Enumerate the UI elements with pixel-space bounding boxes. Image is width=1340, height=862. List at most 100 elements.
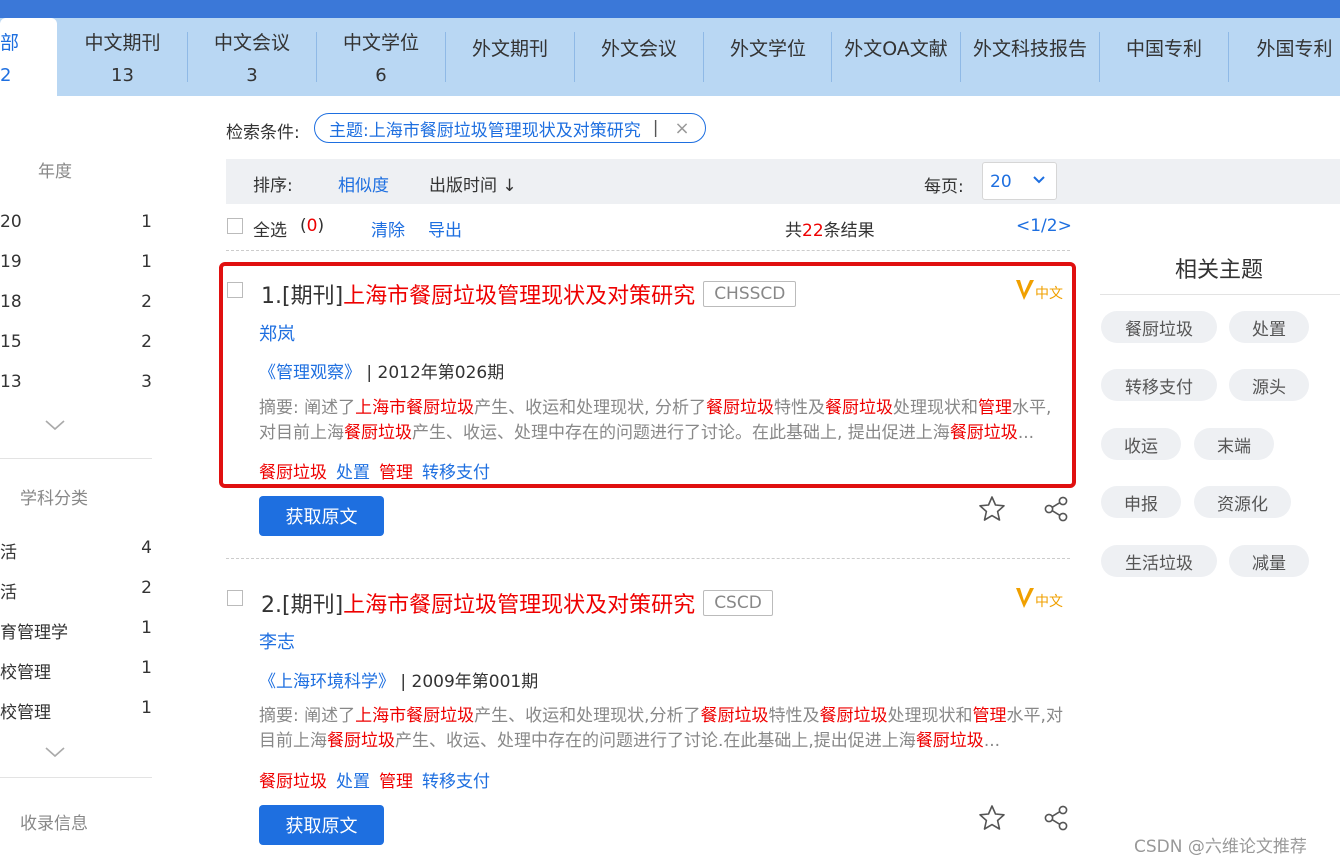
- per-page-label: 每页:: [924, 177, 964, 197]
- tab-chinese-degrees[interactable]: 中文学位 6: [317, 18, 445, 96]
- abstract-highlight: 餐厨垃圾: [700, 706, 769, 726]
- top-banner-strip: [0, 0, 1340, 18]
- result-title-link[interactable]: 上海市餐厨垃圾管理现状及对策研究: [343, 278, 695, 310]
- vip-chinese-badge-icon: 中文: [1016, 280, 1063, 302]
- divider: [226, 558, 1070, 559]
- tab-foreign-tech-reports[interactable]: 外文科技报告: [961, 18, 1099, 96]
- year-heading: 年度: [38, 162, 72, 182]
- sort-bar: 排序: 相似度 出版时间 ↓ 每页: 20: [226, 159, 1340, 204]
- keyword-link[interactable]: 处置: [336, 463, 370, 483]
- tab-chinese-journals[interactable]: 中文期刊 13: [58, 18, 187, 96]
- subject-heading: 学科分类: [20, 489, 88, 509]
- chevron-down-icon[interactable]: [44, 741, 66, 763]
- year-count: 3: [141, 372, 152, 392]
- related-topic-pill[interactable]: 减量: [1229, 545, 1309, 577]
- tab-foreign-journals[interactable]: 外文期刊: [446, 18, 574, 96]
- tab-chinese-conferences[interactable]: 中文会议 3: [188, 18, 316, 96]
- keyword-link[interactable]: 餐厨垃圾: [259, 772, 327, 792]
- keyword-link[interactable]: 转移支付: [422, 463, 490, 483]
- clear-button[interactable]: 清除: [371, 216, 405, 241]
- tab-label: 中文学位: [342, 32, 419, 54]
- related-topic-pill[interactable]: 资源化: [1194, 486, 1291, 518]
- record-info-heading: 收录信息: [20, 814, 88, 834]
- abstract-text: ...: [1017, 423, 1035, 443]
- abstract-text: 产生、收运、处理中存在的问题进行了讨论.在此基础上,提出促进上海: [395, 731, 916, 751]
- paren-open: (: [300, 216, 307, 236]
- total-results: 共22条结果: [785, 216, 875, 241]
- search-condition-chip[interactable]: 主题:上海市餐厨垃圾管理现状及对策研究 | ×: [314, 113, 706, 143]
- abstract-text: 摘要: 阐述了: [259, 706, 356, 726]
- year-label: 18: [0, 292, 22, 312]
- abstract-text: 处理现状和: [887, 706, 973, 726]
- tab-label: 外文OA文献: [844, 38, 948, 60]
- sort-by-pub-time[interactable]: 出版时间 ↓: [429, 171, 517, 196]
- get-fulltext-button[interactable]: 获取原文: [259, 805, 384, 845]
- tab-count: 13: [111, 65, 134, 86]
- per-page-select[interactable]: 20: [982, 162, 1057, 200]
- result-author[interactable]: 郑岚: [259, 320, 295, 346]
- share-icon[interactable]: [1042, 495, 1070, 523]
- result-prefix: 2.[期刊]: [261, 593, 344, 618]
- result-source: 《上海环境科学》 | 2009年第001期: [259, 667, 538, 692]
- get-fulltext-button[interactable]: 获取原文: [259, 496, 384, 536]
- result-checkbox[interactable]: [227, 282, 243, 298]
- result-title-link[interactable]: 上海市餐厨垃圾管理现状及对策研究: [343, 587, 695, 619]
- export-button[interactable]: 导出: [428, 216, 462, 241]
- subject-label: 活: [0, 543, 17, 563]
- result-checkbox[interactable]: [227, 590, 243, 606]
- subject-label: 校管理: [0, 663, 51, 683]
- keyword-link[interactable]: 管理: [379, 463, 413, 483]
- tab-label: 外文科技报告: [972, 38, 1087, 60]
- keyword-link[interactable]: 转移支付: [422, 772, 490, 792]
- svg-text:中文: 中文: [1035, 594, 1063, 610]
- result-author[interactable]: 李志: [259, 628, 295, 654]
- divider: [0, 777, 152, 778]
- select-all-label[interactable]: 全选: [253, 216, 287, 241]
- related-topic-pill[interactable]: 源头: [1229, 369, 1309, 401]
- related-topic-pill[interactable]: 收运: [1101, 428, 1181, 460]
- tab-label: 外文学位: [729, 38, 806, 60]
- year-count: 1: [141, 252, 152, 272]
- share-icon[interactable]: [1042, 804, 1070, 832]
- tab-count: 6: [375, 65, 387, 86]
- year-count: 1: [141, 212, 152, 232]
- chevron-down-icon[interactable]: [44, 414, 66, 436]
- tab-foreign-degrees[interactable]: 外文学位: [704, 18, 832, 96]
- close-icon[interactable]: ×: [674, 118, 689, 139]
- tab-foreign-patents[interactable]: 外国专利: [1229, 18, 1340, 96]
- subject-count: 2: [141, 578, 152, 598]
- tab-label: 外文期刊: [471, 38, 548, 60]
- related-topic-pill[interactable]: 末端: [1194, 428, 1274, 460]
- tab-china-patents[interactable]: 中国专利: [1100, 18, 1228, 96]
- journal-link[interactable]: 《上海环境科学》: [259, 672, 395, 692]
- star-icon[interactable]: [978, 495, 1006, 523]
- tab-foreign-conferences[interactable]: 外文会议: [575, 18, 703, 96]
- selected-count-value: 0: [306, 216, 318, 236]
- issue-text: | 2009年第001期: [395, 672, 539, 692]
- pager[interactable]: <1/2>: [1016, 216, 1072, 236]
- vip-chinese-badge-icon: 中文: [1016, 588, 1063, 610]
- result-abstract: 摘要: 阐述了上海市餐厨垃圾产生、收运和处理现状, 分析了餐厨垃圾特性及餐厨垃圾…: [259, 396, 1065, 446]
- journal-link[interactable]: 《管理观察》: [259, 363, 361, 383]
- related-topic-pill[interactable]: 处置: [1229, 311, 1309, 343]
- abstract-highlight: 上海市餐厨垃圾: [355, 706, 475, 726]
- related-topic-pill[interactable]: 转移支付: [1101, 369, 1217, 401]
- chevron-down-icon: [1033, 176, 1045, 184]
- keyword-link[interactable]: 管理: [379, 772, 413, 792]
- related-topic-pill[interactable]: 生活垃圾: [1101, 545, 1217, 577]
- select-all-checkbox[interactable]: [227, 218, 243, 234]
- keyword-link[interactable]: 餐厨垃圾: [259, 463, 327, 483]
- keyword-link[interactable]: 处置: [336, 772, 370, 792]
- per-page-value: 20: [990, 172, 1012, 192]
- related-topic-pill[interactable]: 申报: [1101, 486, 1181, 518]
- tab-all[interactable]: 部 2: [0, 18, 57, 96]
- star-icon[interactable]: [978, 804, 1006, 832]
- issue-text: | 2012年第026期: [361, 363, 505, 383]
- divider: [0, 458, 152, 459]
- year-count: 2: [141, 332, 152, 352]
- index-badge: CSCD: [703, 590, 773, 616]
- abstract-text: 特性及: [768, 706, 820, 726]
- related-topic-pill[interactable]: 餐厨垃圾: [1101, 311, 1217, 343]
- tab-foreign-oa[interactable]: 外文OA文献: [832, 18, 960, 96]
- sort-by-similarity[interactable]: 相似度: [338, 171, 389, 196]
